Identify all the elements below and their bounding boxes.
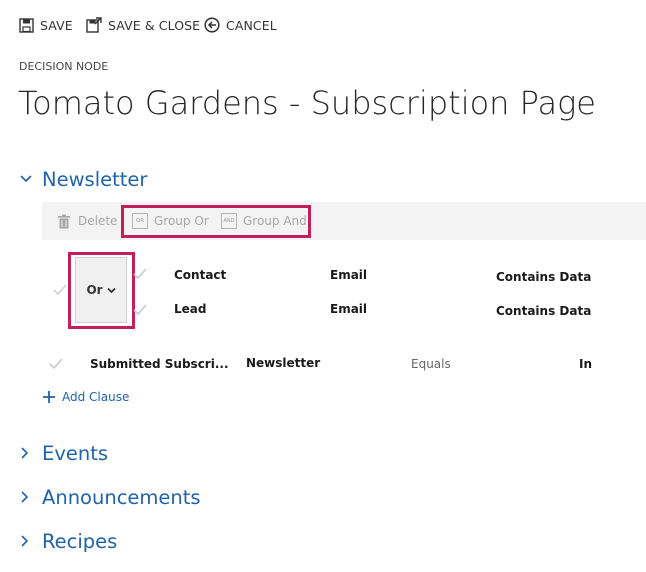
save-icon bbox=[19, 17, 34, 33]
section-announcements-header[interactable]: Announcements bbox=[20, 483, 201, 511]
add-clause-label: Add Clause bbox=[62, 390, 130, 404]
delete-button[interactable]: Delete bbox=[57, 202, 117, 240]
clause-field[interactable]: Newsletter bbox=[246, 356, 320, 370]
chevron-right-icon bbox=[21, 447, 29, 459]
save-close-icon bbox=[86, 17, 102, 33]
back-circle-icon bbox=[204, 17, 220, 33]
save-close-label: SAVE & CLOSE bbox=[108, 17, 201, 33]
cancel-label: CANCEL bbox=[226, 17, 277, 33]
clause-operator[interactable]: Contains Data bbox=[496, 304, 591, 318]
breadcrumb: DECISION NODE bbox=[19, 60, 109, 73]
clause-check-icon[interactable] bbox=[49, 358, 63, 370]
plus-icon bbox=[43, 391, 55, 403]
group-buttons-highlight bbox=[121, 205, 311, 238]
clause-check-icon[interactable] bbox=[133, 304, 147, 316]
clause-operator[interactable]: Contains Data bbox=[496, 270, 591, 284]
cancel-button[interactable]: CANCEL bbox=[204, 15, 277, 35]
chevron-down-icon bbox=[20, 175, 32, 183]
chevron-right-icon bbox=[21, 535, 29, 547]
save-and-close-button[interactable]: SAVE & CLOSE bbox=[86, 15, 200, 35]
trash-icon bbox=[58, 214, 70, 228]
add-clause-button[interactable]: Add Clause bbox=[43, 388, 129, 406]
clause-field[interactable]: Email bbox=[330, 302, 367, 316]
section-events-label: Events bbox=[42, 441, 109, 465]
clause-check-icon[interactable] bbox=[133, 268, 147, 280]
chevron-right-icon bbox=[21, 491, 29, 503]
save-button[interactable]: SAVE bbox=[19, 15, 73, 35]
clause-entity[interactable]: Lead bbox=[174, 302, 206, 316]
section-recipes-header[interactable]: Recipes bbox=[20, 527, 117, 555]
section-events-header[interactable]: Events bbox=[20, 439, 108, 467]
delete-label: Delete bbox=[78, 214, 118, 228]
clause-entity[interactable]: Contact bbox=[174, 268, 226, 282]
clause-entity[interactable]: Submitted Subscri... bbox=[90, 357, 229, 371]
clause-field[interactable]: Email bbox=[330, 268, 367, 282]
section-newsletter-header[interactable]: Newsletter bbox=[20, 165, 147, 193]
section-recipes-label: Recipes bbox=[42, 529, 118, 553]
section-newsletter-label: Newsletter bbox=[42, 167, 148, 191]
group-check-icon[interactable] bbox=[53, 284, 67, 296]
page-title: Tomato Gardens - Subscription Page bbox=[18, 84, 596, 122]
group-operator-highlight bbox=[68, 252, 135, 329]
section-announcements-label: Announcements bbox=[42, 485, 201, 509]
clause-value[interactable]: In bbox=[579, 357, 592, 371]
save-label: SAVE bbox=[40, 17, 73, 33]
clause-operator[interactable]: Equals bbox=[411, 357, 451, 371]
